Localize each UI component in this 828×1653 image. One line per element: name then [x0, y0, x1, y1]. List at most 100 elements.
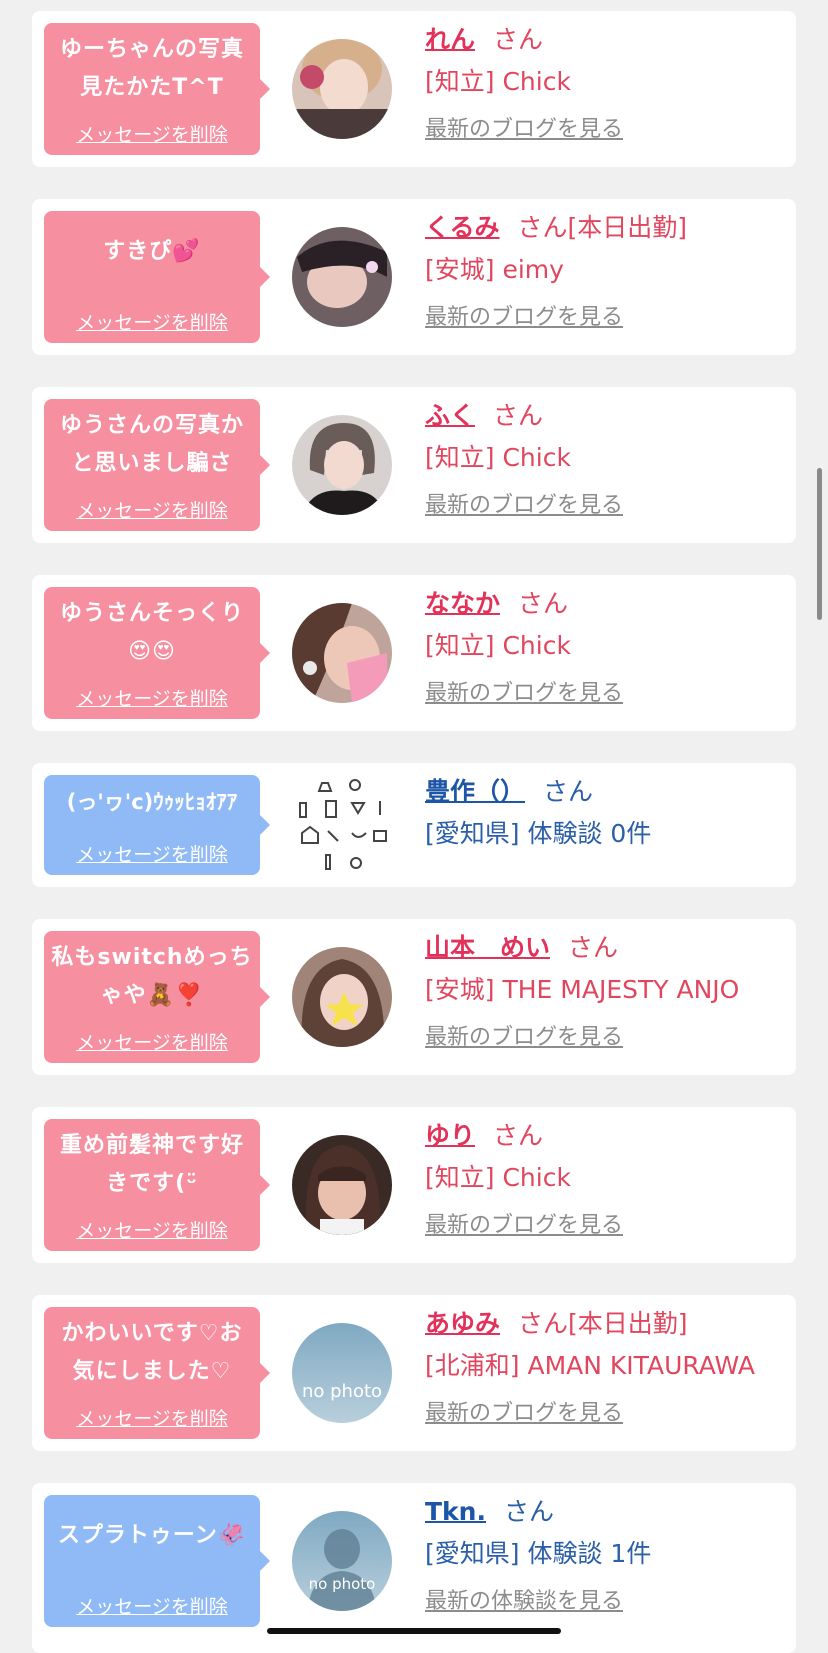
honorific: さん: [493, 1121, 544, 1150]
honorific: さん: [568, 933, 619, 962]
honorific: さん: [503, 1497, 554, 1526]
area-label: [知立]: [425, 631, 495, 660]
latest-blog-link[interactable]: 最新のブログを見る: [425, 673, 623, 715]
sender-name-link[interactable]: れん: [425, 25, 475, 54]
doodle-icons-avatar[interactable]: [292, 775, 392, 875]
honorific: さん: [493, 401, 544, 430]
message-card: (っ'ヮ'c)ｳｩｯﾋｮｵｱｱ メッセージを削除 豊作（） さん [愛知県] 体験: [32, 763, 796, 887]
no-photo-silhouette-avatar[interactable]: no photo: [292, 1511, 392, 1611]
delete-message-link[interactable]: メッセージを削除: [44, 840, 260, 867]
sender-info: Tkn. さん [愛知県] 体験談 1件 最新の体験談を見る: [425, 1491, 788, 1623]
honorific: さん[本日出勤]: [518, 1309, 688, 1338]
sender-info: あゆみ さん[本日出勤] [北浦和] AMAN KITAURAWA 最新のブログを…: [425, 1303, 788, 1435]
shop-name: Chick: [502, 1163, 571, 1192]
area-label: [愛知県]: [425, 819, 520, 848]
area-label: [安城]: [425, 975, 495, 1004]
delete-message-link[interactable]: メッセージを削除: [44, 496, 260, 523]
no-photo-avatar[interactable]: no photo: [292, 1323, 392, 1423]
area-label: [愛知県]: [425, 1539, 520, 1568]
scrollbar[interactable]: [817, 468, 822, 620]
message-card: 私もswitchめっちゃや🧸❣️ メッセージを削除 山本 めい さん [安城] T…: [32, 919, 796, 1075]
message-bubble: スプラトゥーン🦑 メッセージを削除: [44, 1495, 270, 1627]
honorific: さん: [543, 777, 594, 806]
sender-info: 豊作（） さん [愛知県] 体験談 0件: [425, 771, 788, 855]
area-label: [知立]: [425, 443, 495, 472]
avatar[interactable]: [292, 415, 392, 515]
sender-info: れん さん [知立] Chick 最新のブログを見る: [425, 19, 788, 151]
area-label: [知立]: [425, 1163, 495, 1192]
sender-info: ふく さん [知立] Chick 最新のブログを見る: [425, 395, 788, 527]
sender-info: ななか さん [知立] Chick 最新のブログを見る: [425, 583, 788, 715]
message-bubble: かわいいです♡お気にしました♡ メッセージを削除: [44, 1307, 270, 1439]
message-text: 私もswitchめっちゃや🧸❣️: [51, 945, 253, 1008]
shop-name: AMAN KITAURAWA: [527, 1351, 755, 1380]
shop-name: Chick: [502, 67, 571, 96]
sender-name-link[interactable]: あゆみ: [425, 1309, 500, 1338]
sender-info: 山本 めい さん [安城] THE MAJESTY ANJO 最新のブログを見る: [425, 927, 788, 1059]
latest-blog-link[interactable]: 最新のブログを見る: [425, 1393, 623, 1435]
message-card: すきぴ💕 メッセージを削除 くるみ さん[本日出勤] [安城] eimy 最新のブ…: [32, 199, 796, 355]
avatar[interactable]: [292, 227, 392, 327]
message-text: 重め前髪神です好きです(ᵕ̈: [59, 1133, 244, 1196]
delete-message-link[interactable]: メッセージを削除: [44, 308, 260, 335]
sender-name-link[interactable]: 豊作（）: [425, 777, 525, 806]
avatar[interactable]: [292, 947, 392, 1047]
message-bubble: すきぴ💕 メッセージを削除: [44, 211, 270, 343]
home-indicator: [267, 1628, 561, 1634]
area-label: [北浦和]: [425, 1351, 520, 1380]
no-photo-label: no photo: [309, 1575, 376, 1593]
sender-info: ゆり さん [知立] Chick 最新のブログを見る: [425, 1115, 788, 1247]
message-text: ゆうさんそっくり😍😍: [59, 601, 244, 664]
message-text: (っ'ヮ'c)ｳｩｯﾋｮｵｱｱ: [66, 790, 238, 814]
message-bubble: (っ'ヮ'c)ｳｩｯﾋｮｵｱｱ メッセージを削除: [44, 775, 270, 875]
message-card: ゆうさんそっくり😍😍 メッセージを削除 ななか さん [知立] Chick 最新の…: [32, 575, 796, 731]
message-card: ゆーちゃんの写真見たかたT^T メッセージを削除 れん さん [知立] Chick…: [32, 11, 796, 167]
sender-name-link[interactable]: くるみ: [425, 213, 500, 242]
sender-name-link[interactable]: Tkn.: [425, 1497, 486, 1526]
message-bubble: 私もswitchめっちゃや🧸❣️ メッセージを削除: [44, 931, 270, 1063]
sender-name-link[interactable]: ふく: [425, 401, 475, 430]
message-text: ゆうさんの写真かと思いまし騙さ: [59, 413, 244, 476]
review-count: 体験談 0件: [527, 819, 652, 848]
delete-message-link[interactable]: メッセージを削除: [44, 1592, 260, 1619]
message-card: 重め前髪神です好きです(ᵕ̈ メッセージを削除 ゆり さん [知立] Chick …: [32, 1107, 796, 1263]
honorific: さん: [518, 589, 569, 618]
message-text: ゆーちゃんの写真見たかたT^T: [59, 37, 244, 100]
latest-blog-link[interactable]: 最新のブログを見る: [425, 1205, 623, 1247]
message-bubble: 重め前髪神です好きです(ᵕ̈ メッセージを削除: [44, 1119, 270, 1251]
sender-name-link[interactable]: 山本 めい: [425, 933, 550, 962]
latest-review-link[interactable]: 最新の体験談を見る: [425, 1581, 623, 1623]
shop-name: Chick: [502, 631, 571, 660]
sender-name-link[interactable]: ななか: [425, 589, 500, 618]
latest-blog-link[interactable]: 最新のブログを見る: [425, 297, 623, 339]
avatar[interactable]: [292, 39, 392, 139]
area-label: [安城]: [425, 255, 495, 284]
delete-message-link[interactable]: メッセージを削除: [44, 120, 260, 147]
message-text: すきぴ💕: [103, 239, 201, 264]
review-count: 体験談 1件: [527, 1539, 652, 1568]
no-photo-label: no photo: [302, 1381, 382, 1402]
delete-message-link[interactable]: メッセージを削除: [44, 1404, 260, 1431]
shop-name: THE MAJESTY ANJO: [502, 975, 740, 1004]
message-card: ゆうさんの写真かと思いまし騙さ メッセージを削除 ふく さん [知立] Chick…: [32, 387, 796, 543]
area-label: [知立]: [425, 67, 495, 96]
avatar[interactable]: [292, 603, 392, 703]
message-text: かわいいです♡お気にしました♡: [61, 1321, 243, 1384]
message-card: かわいいです♡お気にしました♡ メッセージを削除 no photo あゆみ さん[…: [32, 1295, 796, 1451]
delete-message-link[interactable]: メッセージを削除: [44, 1028, 260, 1055]
delete-message-link[interactable]: メッセージを削除: [44, 1216, 260, 1243]
message-bubble: ゆーちゃんの写真見たかたT^T メッセージを削除: [44, 23, 270, 155]
latest-blog-link[interactable]: 最新のブログを見る: [425, 109, 623, 151]
shop-name: eimy: [502, 255, 564, 284]
latest-blog-link[interactable]: 最新のブログを見る: [425, 485, 623, 527]
avatar[interactable]: [292, 1135, 392, 1235]
message-bubble: ゆうさんの写真かと思いまし騙さ メッセージを削除: [44, 399, 270, 531]
sender-name-link[interactable]: ゆり: [425, 1121, 475, 1150]
shop-name: Chick: [502, 443, 571, 472]
message-text: スプラトゥーン🦑: [57, 1523, 247, 1548]
honorific: さん: [493, 25, 544, 54]
delete-message-link[interactable]: メッセージを削除: [44, 684, 260, 711]
latest-blog-link[interactable]: 最新のブログを見る: [425, 1017, 623, 1059]
message-bubble: ゆうさんそっくり😍😍 メッセージを削除: [44, 587, 270, 719]
honorific: さん[本日出勤]: [517, 213, 688, 242]
